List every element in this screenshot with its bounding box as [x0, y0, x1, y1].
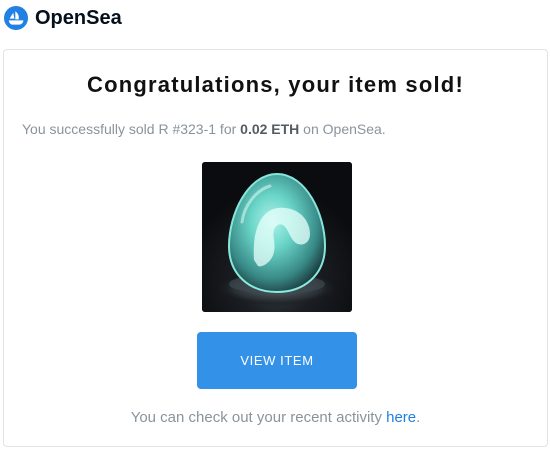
header: OpenSea: [4, 4, 122, 32]
brand-name[interactable]: OpenSea: [35, 7, 122, 30]
footer-suffix: .: [416, 409, 421, 426]
notification-card: Congratulations, your item sold! You suc…: [3, 49, 548, 447]
activity-footer: You can check out your recent activity h…: [4, 409, 547, 426]
email-title: Congratulations, your item sold!: [87, 72, 464, 97]
opensea-logo-icon[interactable]: [4, 6, 28, 30]
sale-message-suffix: on OpenSea.: [299, 121, 386, 137]
activity-link[interactable]: here: [386, 409, 416, 426]
glowing-egg-nft-image[interactable]: [202, 162, 352, 312]
view-item-button[interactable]: VIEW ITEM: [197, 332, 357, 389]
sale-message-prefix: You successfully sold R #323-1 for: [22, 121, 241, 137]
sale-price: 0.02 ETH: [240, 121, 300, 137]
sale-message: You successfully sold R #323-1 for 0.02 …: [22, 121, 386, 137]
footer-prefix: You can check out your recent activity: [130, 409, 387, 426]
